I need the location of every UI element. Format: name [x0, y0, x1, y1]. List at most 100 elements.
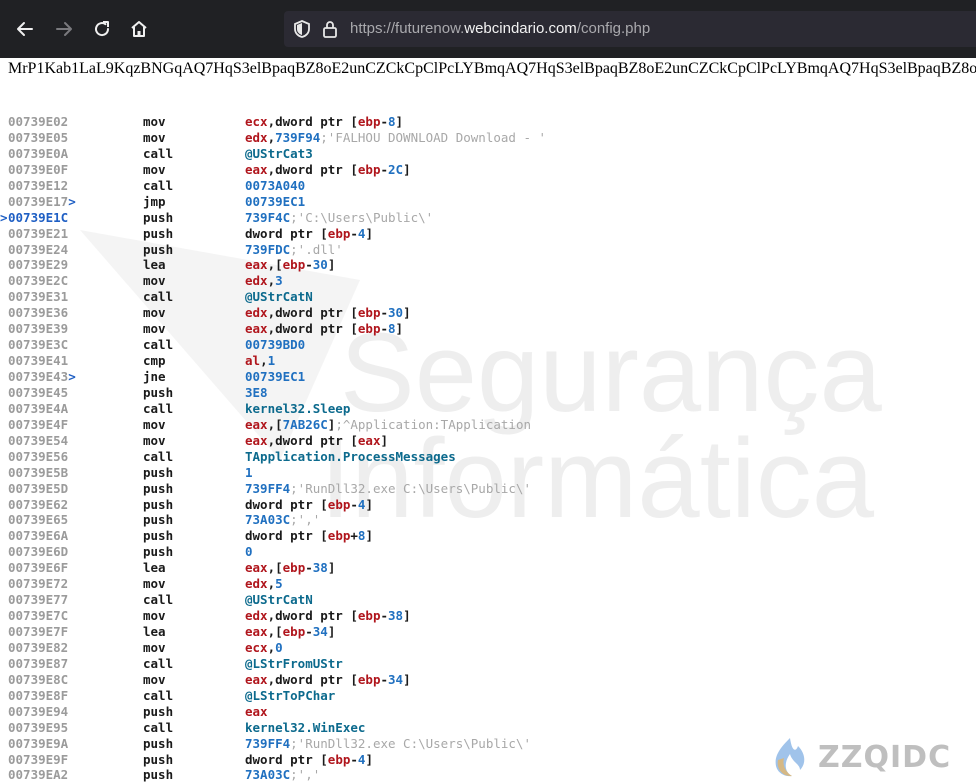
disasm-row[interactable]: 00739E94 push eax	[0, 704, 976, 720]
disasm-row[interactable]: 00739E6F lea eax,[ebp-38]	[0, 560, 976, 576]
disasm-operands: eax,dword ptr [ebp-8]	[245, 321, 403, 337]
disasm-row[interactable]: 00739E24 push 739FDC;'.dll'	[0, 242, 976, 258]
disasm-row[interactable]: 00739E54 mov eax,dword ptr [eax]	[0, 433, 976, 449]
operand-token-reg: eax	[245, 703, 268, 719]
disasm-row[interactable]: 00739E56 call TApplication.ProcessMessages	[0, 449, 976, 465]
disasm-operands: ecx,dword ptr [ebp-8]	[245, 114, 403, 130]
disasm-mnemonic: mov	[143, 161, 166, 177]
operand-token-reg: edx	[245, 273, 268, 289]
operand-token-plain: ]	[403, 671, 411, 687]
operand-token-plain: -	[380, 671, 388, 687]
disasm-mnemonic: call	[143, 719, 174, 735]
operand-token-reg: eax	[245, 416, 268, 432]
disasm-row[interactable]: 00739E7F lea eax,[ebp-34]	[0, 624, 976, 640]
disasm-mnemonic: push	[143, 735, 174, 751]
operand-token-num: 38	[312, 560, 328, 576]
disasm-operands: edx,dword ptr [ebp-38]	[245, 608, 411, 624]
disasm-row[interactable]: >00739E1C push 739F4C;'C:\Users\Public\'	[0, 210, 976, 226]
operand-token-reg: al	[245, 353, 261, 369]
home-button[interactable]	[124, 14, 154, 44]
padlock-icon[interactable]	[320, 19, 340, 39]
operand-token-reg: edx	[245, 576, 268, 592]
disasm-row[interactable]: 00739E62 push dword ptr [ebp-4]	[0, 497, 976, 513]
disasm-operands: edx,739F94;'FALHOU DOWNLOAD Download - '	[245, 130, 546, 146]
disasm-address: 00739E4F	[8, 416, 69, 432]
disasm-address: 00739E6F	[8, 560, 69, 576]
operand-token-reg: ecx	[245, 114, 268, 129]
operand-token-reg: edx	[245, 129, 268, 145]
operand-token-num: 5	[275, 576, 283, 592]
disasm-address: 00739E94	[8, 703, 69, 719]
url-domain: webcindario.com	[464, 20, 577, 37]
disasm-row[interactable]: 00739E39 mov eax,dword ptr [ebp-8]	[0, 321, 976, 337]
disasm-row[interactable]: 00739E2C mov edx,3	[0, 273, 976, 289]
tracking-protection-shield-icon[interactable]	[292, 19, 312, 39]
disasm-operands: eax,[ebp-30]	[245, 257, 335, 273]
disasm-operands: 73A03C;','	[245, 512, 320, 528]
disasm-row[interactable]: 00739E41 cmp al,1	[0, 353, 976, 369]
disasm-operands: al,1	[245, 353, 275, 369]
operand-token-num: 1	[267, 353, 276, 369]
disasm-row[interactable]: 00739E65 push 73A03C;','	[0, 512, 976, 528]
disasm-address: 00739E17>	[8, 193, 76, 209]
disasm-row[interactable]: 00739E02 mov ecx,dword ptr [ebp-8]	[0, 114, 976, 130]
back-button[interactable]	[10, 14, 40, 44]
disasm-row[interactable]: 00739E8F call @LStrToPChar	[0, 688, 976, 704]
disasm-address: 00739E87	[8, 655, 69, 671]
disasm-row[interactable]: 00739E72 mov edx,5	[0, 576, 976, 592]
disasm-operands: 3E8	[245, 385, 268, 401]
disasm-operands: @LStrToPChar	[245, 688, 335, 704]
disasm-mnemonic: push	[143, 496, 174, 512]
reload-button[interactable]	[87, 14, 117, 44]
operand-token-sym: @LStrFromUStr	[245, 655, 343, 671]
disasm-row[interactable]: 00739E82 mov ecx,0	[0, 640, 976, 656]
disasm-row[interactable]: 00739E29 lea eax,[ebp-30]	[0, 257, 976, 273]
disasm-row[interactable]: 00739E4F mov eax,[7AB26C];^Application:TAp…	[0, 417, 976, 433]
operand-token-num: 00739BD0	[245, 337, 306, 353]
forward-button[interactable]	[49, 14, 79, 44]
disasm-row[interactable]: 00739E17> jmp 00739EC1	[0, 194, 976, 210]
operand-token-cmt: ;'RunDll32.exe C:\Users\Public\'	[290, 735, 531, 751]
disasm-row[interactable]: 00739E36 mov edx,dword ptr [ebp-30]	[0, 305, 976, 321]
disasm-row[interactable]: 00739E05 mov edx,739F94;'FALHOU DOWNLOAD D…	[0, 130, 976, 146]
operand-token-reg: eax	[245, 321, 268, 337]
disasm-row[interactable]: 00739E43> jne 00739EC1	[0, 369, 976, 385]
disasm-row[interactable]: 00739E31 call @UStrCatN	[0, 289, 976, 305]
disasm-mnemonic: push	[143, 703, 174, 719]
disasm-mnemonic: push	[143, 544, 174, 560]
disasm-row[interactable]: 00739E87 call @LStrFromUStr	[0, 656, 976, 672]
disasm-row[interactable]: 00739E5B push 1	[0, 465, 976, 481]
disasm-row[interactable]: 00739E6A push dword ptr [ebp+8]	[0, 528, 976, 544]
disasm-row[interactable]: 00739E95 call kernel32.WinExec	[0, 720, 976, 736]
disasm-mnemonic: call	[143, 145, 174, 161]
disasm-row[interactable]: 00739E0F mov eax,dword ptr [ebp-2C]	[0, 162, 976, 178]
disasm-mnemonic: push	[143, 480, 174, 496]
jump-marker-icon: >	[68, 369, 76, 384]
disasm-row[interactable]: 00739E8C mov eax,dword ptr [ebp-34]	[0, 672, 976, 688]
disasm-row[interactable]: 00739E4A call kernel32.Sleep	[0, 401, 976, 417]
disasm-row[interactable]: 00739E6D push 0	[0, 544, 976, 560]
operand-token-reg: ebp	[327, 751, 351, 767]
disasm-mnemonic: call	[143, 177, 174, 193]
operand-token-reg: ebp	[282, 257, 306, 273]
disasm-address: 00739E24	[8, 241, 69, 257]
disasm-row[interactable]: 00739E7C mov edx,dword ptr [ebp-38]	[0, 608, 976, 624]
address-bar[interactable]: https://futurenow.webcindario.com/config…	[284, 11, 976, 47]
operand-token-reg: eax	[245, 624, 268, 639]
disasm-row[interactable]: 00739E21 push dword ptr [ebp-4]	[0, 226, 976, 242]
operand-token-plain: dword ptr [	[245, 496, 328, 512]
disasm-operands: edx,3	[245, 273, 283, 289]
disasm-row[interactable]: 00739E12 call 0073A040	[0, 178, 976, 194]
disasm-row[interactable]: 00739E3C call 00739BD0	[0, 337, 976, 353]
operand-token-num: 00739EC1	[245, 193, 306, 209]
disasm-mnemonic: mov	[143, 671, 166, 687]
url-text[interactable]: https://futurenow.webcindario.com/config…	[350, 20, 650, 37]
operand-token-num: 2C	[388, 161, 404, 177]
disasm-row[interactable]: 00739E0A call @UStrCat3	[0, 146, 976, 162]
brand-logo: ZZQIDC	[770, 735, 951, 779]
brand-text: ZZQIDC	[818, 739, 952, 775]
disasm-row[interactable]: 00739E5D push 739FF4;'RunDll32.exe C:\User…	[0, 481, 976, 497]
disasm-row[interactable]: 00739E77 call @UStrCatN	[0, 592, 976, 608]
disasm-mnemonic: call	[143, 655, 174, 671]
disasm-row[interactable]: 00739E45 push 3E8	[0, 385, 976, 401]
